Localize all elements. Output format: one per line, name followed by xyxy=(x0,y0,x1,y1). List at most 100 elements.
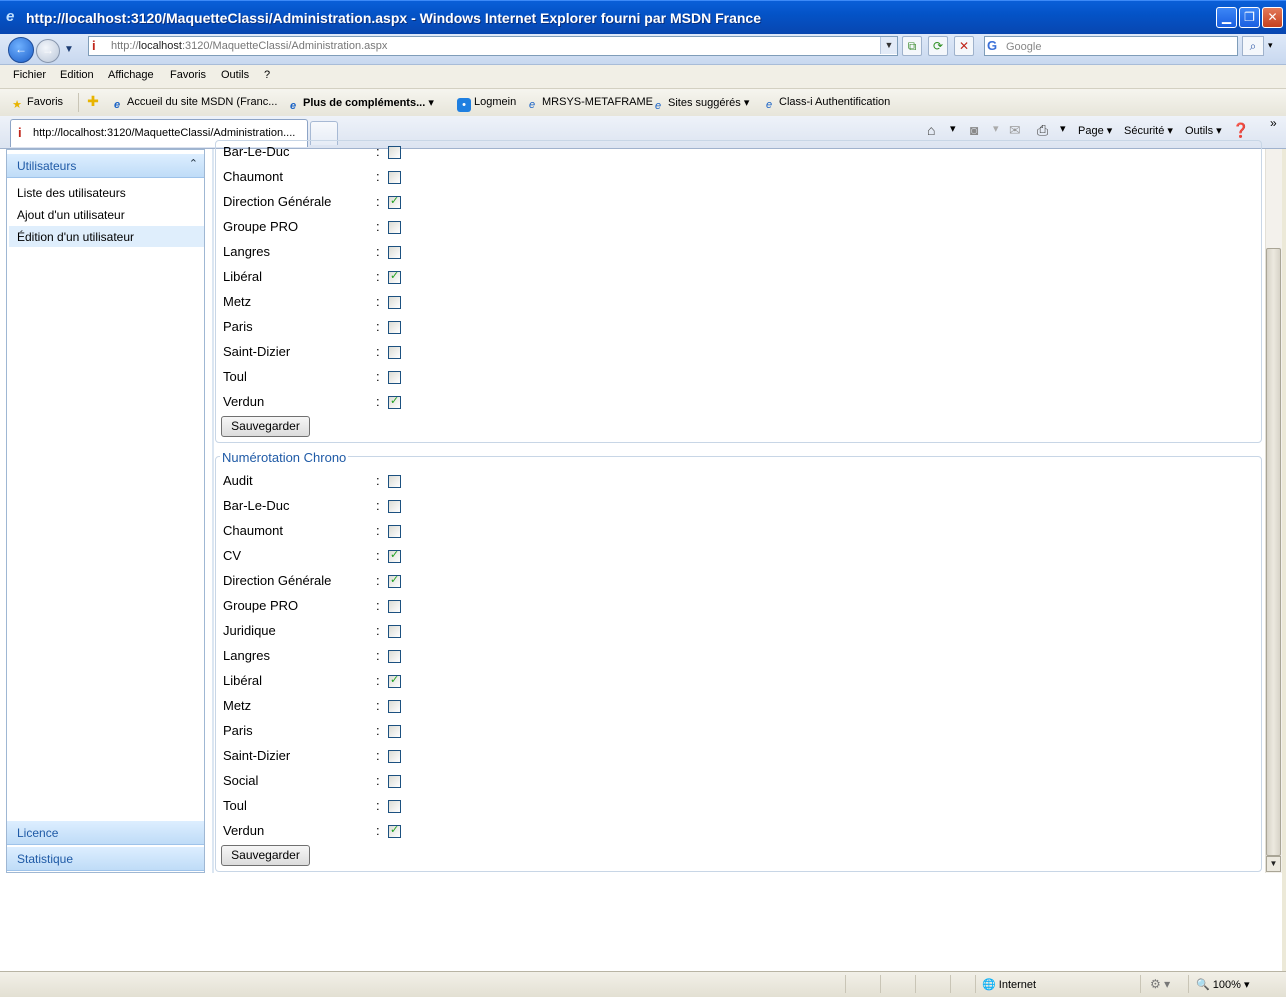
security-zone[interactable]: 🌐 Internet xyxy=(982,978,1036,991)
security-menu[interactable]: Sécurité ▾ xyxy=(1124,124,1173,137)
print-icon[interactable]: ⎙ xyxy=(1037,122,1048,139)
row-label: Chaumont xyxy=(223,523,283,538)
row-colon: : xyxy=(376,573,380,588)
help-icon[interactable]: ❓ xyxy=(1232,122,1249,139)
stop-icon[interactable]: ✕ xyxy=(954,36,974,56)
protected-mode-icon[interactable]: ⚙ ▾ xyxy=(1150,977,1170,991)
row-colon: : xyxy=(376,823,380,838)
forward-button[interactable]: → xyxy=(36,39,60,63)
row-checkbox[interactable] xyxy=(388,296,401,309)
fav-addons[interactable]: e Plus de compléments... ▾ xyxy=(286,96,434,113)
add-favorite-icon[interactable]: ✚ xyxy=(86,94,103,108)
row-colon: : xyxy=(376,244,380,259)
row-label: CV xyxy=(223,548,242,563)
row-checkbox[interactable] xyxy=(388,573,401,588)
menu-tools[interactable]: Outils xyxy=(221,69,249,81)
row-checkbox[interactable] xyxy=(388,800,401,813)
tools-menu[interactable]: Outils ▾ xyxy=(1185,124,1222,137)
row-checkbox[interactable] xyxy=(388,394,401,409)
maximize-button[interactable]: ❐ xyxy=(1239,7,1260,28)
mail-icon[interactable]: ✉ xyxy=(1009,122,1021,139)
row-checkbox[interactable] xyxy=(388,246,401,259)
row-checkbox[interactable] xyxy=(388,775,401,788)
row-colon: : xyxy=(376,673,380,688)
row-checkbox[interactable] xyxy=(388,171,401,184)
row-label: Metz xyxy=(223,294,252,309)
row-checkbox[interactable] xyxy=(388,371,401,384)
accordion-statistics[interactable]: Statistique xyxy=(7,847,204,871)
scroll-down-arrow[interactable]: ▼ xyxy=(1266,856,1281,872)
ie-page-icon: e xyxy=(765,99,773,111)
row-checkbox[interactable] xyxy=(388,548,401,563)
zoom-level[interactable]: 🔍 100% ▾ xyxy=(1196,978,1249,991)
chevron-up-icon[interactable]: ⌃ xyxy=(189,157,198,170)
row-label: Groupe PRO xyxy=(223,219,299,234)
fieldset-group-1 xyxy=(215,140,1262,443)
row-label: Toul xyxy=(223,369,247,384)
row-checkbox[interactable] xyxy=(388,625,401,638)
menu-file[interactable]: Fichier xyxy=(13,69,46,81)
row-checkbox[interactable] xyxy=(388,146,401,159)
save-button-group-2[interactable]: Sauvegarder xyxy=(221,845,310,866)
fav-logmein[interactable]: • Logmein xyxy=(457,96,516,112)
sidebar-item-add-user[interactable]: Ajout d'un utilisateur xyxy=(17,208,125,222)
row-checkbox[interactable] xyxy=(388,346,401,359)
search-placeholder: Google xyxy=(1006,41,1042,53)
fav-classi-auth[interactable]: e Class-i Authentification xyxy=(762,96,890,112)
more-commands-icon[interactable]: » xyxy=(1270,116,1277,130)
row-checkbox[interactable] xyxy=(388,750,401,763)
menu-help[interactable]: ? xyxy=(264,69,270,81)
menu-favorites[interactable]: Favoris xyxy=(170,69,206,81)
print-dropdown-icon[interactable]: ▾ xyxy=(1060,122,1066,135)
page-menu[interactable]: Page ▾ xyxy=(1078,124,1112,137)
refresh-icon[interactable]: ⟳ xyxy=(928,36,948,56)
sidebar-item-user-list[interactable]: Liste des utilisateurs xyxy=(17,186,126,200)
row-checkbox[interactable] xyxy=(388,269,401,284)
fav-mrsys[interactable]: e MRSYS-METAFRAME xyxy=(525,96,653,112)
feeds-icon[interactable]: ◙ xyxy=(970,122,978,138)
ie-logo-icon: e xyxy=(6,8,15,25)
home-dropdown-icon[interactable]: ▾ xyxy=(950,122,956,135)
accordion-licence[interactable]: Licence xyxy=(7,821,204,845)
row-checkbox[interactable] xyxy=(388,673,401,688)
row-checkbox[interactable] xyxy=(388,600,401,613)
search-options-icon[interactable]: ▾ xyxy=(1268,40,1273,51)
fav-msdn[interactable]: e Accueil du site MSDN (Franc... xyxy=(110,96,277,112)
accordion-users[interactable]: Utilisateurs ⌃ xyxy=(7,154,204,178)
address-url[interactable]: http://localhost:3120/MaquetteClassi/Adm… xyxy=(111,40,387,52)
fav-suggested-sites[interactable]: e Sites suggérés ▾ xyxy=(651,96,749,113)
status-separator xyxy=(880,975,881,993)
minimize-button[interactable]: ▁ xyxy=(1216,7,1237,28)
row-checkbox[interactable] xyxy=(388,650,401,663)
address-dropdown-icon[interactable]: ▼ xyxy=(880,37,897,54)
feeds-dropdown-icon[interactable]: ▾ xyxy=(993,122,999,135)
compatibility-icon[interactable]: ⧉ xyxy=(902,36,922,56)
row-checkbox[interactable] xyxy=(388,700,401,713)
menu-view[interactable]: Affichage xyxy=(108,69,154,81)
close-button[interactable]: ✕ xyxy=(1262,7,1283,28)
row-checkbox[interactable] xyxy=(388,321,401,334)
scrollbar-thumb[interactable] xyxy=(1266,248,1281,856)
search-button[interactable]: ⌕ xyxy=(1242,36,1264,56)
row-checkbox[interactable] xyxy=(388,823,401,838)
history-dropdown-icon[interactable]: ▼ xyxy=(64,44,74,55)
row-checkbox[interactable] xyxy=(388,221,401,234)
row-checkbox[interactable] xyxy=(388,475,401,488)
row-colon: : xyxy=(376,269,380,284)
row-checkbox[interactable] xyxy=(388,194,401,209)
window-title-bar: e http://localhost:3120/MaquetteClassi/A… xyxy=(0,0,1286,34)
row-checkbox[interactable] xyxy=(388,525,401,538)
row-checkbox[interactable] xyxy=(388,500,401,513)
accordion-licence-label: Licence xyxy=(17,826,59,840)
favorites-button[interactable]: ★ Favoris xyxy=(10,96,63,112)
row-checkbox[interactable] xyxy=(388,725,401,738)
sidebar-item-edit-user[interactable]: Édition d'un utilisateur xyxy=(17,230,134,244)
back-button[interactable]: ← xyxy=(8,37,34,63)
row-colon: : xyxy=(376,344,380,359)
favbar-separator xyxy=(78,93,79,112)
save-button-group-1[interactable]: Sauvegarder xyxy=(221,416,310,437)
menu-edit[interactable]: Edition xyxy=(60,69,94,81)
row-label: Metz xyxy=(223,698,252,713)
status-separator xyxy=(845,975,846,993)
home-icon[interactable]: ⌂ xyxy=(927,122,935,138)
